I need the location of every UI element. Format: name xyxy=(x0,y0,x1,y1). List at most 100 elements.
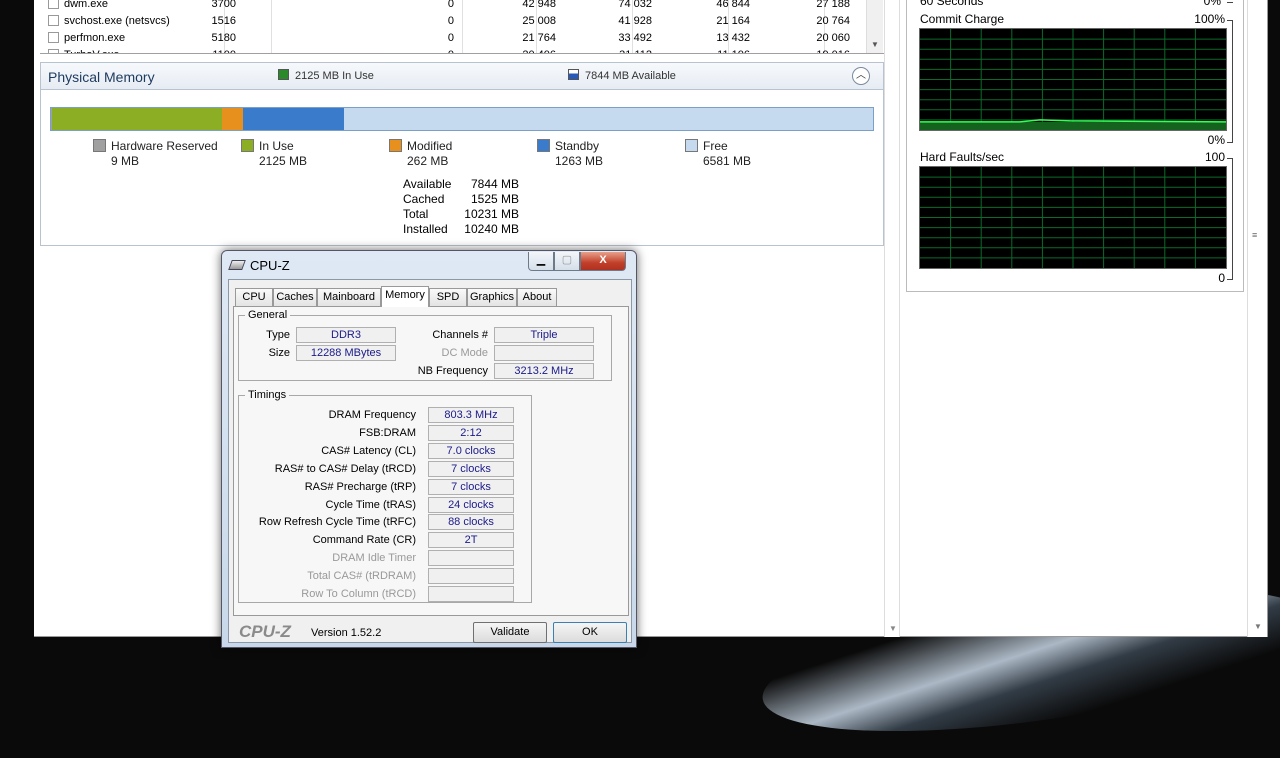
cell-working-set: 33 492 xyxy=(618,32,652,44)
timing-value: 88 clocks xyxy=(428,514,514,531)
timing-value: 803.3 MHz xyxy=(428,407,514,423)
cell-working-set: 31 112 xyxy=(619,49,652,53)
process-name: perfmon.exe xyxy=(64,32,126,44)
dc-mode-label: DC Mode xyxy=(441,347,488,359)
cell-commit: 25 008 xyxy=(522,15,556,27)
graph-fill xyxy=(920,121,1226,130)
available-swatch-icon xyxy=(568,69,579,80)
collapse-chevron-up-icon[interactable]: ︿ xyxy=(852,67,870,85)
row-checkbox[interactable] xyxy=(48,32,59,43)
cell-pid: 1516 xyxy=(211,15,236,27)
process-table: dwm.exe 3700 0 42 948 74 032 46 844 27 188 svch… xyxy=(40,0,884,54)
timing-label: RAS# to CAS# Delay (tRCD) xyxy=(274,462,416,475)
in-use-segment xyxy=(51,108,222,130)
dc-mode-value xyxy=(494,345,594,361)
cpuz-footer-logo: CPU-Z xyxy=(239,622,291,641)
minimize-button[interactable]: ▁ xyxy=(528,252,554,271)
free-segment xyxy=(344,108,873,130)
in-use-swatch-icon xyxy=(278,69,289,80)
cpuz-window: CPU-Z ▁ ▢ X CPU Caches Mainboard Memory SPD G… xyxy=(221,250,637,648)
cell-pid: 1100 xyxy=(212,49,236,53)
stat-value: 1525 MB xyxy=(470,192,519,206)
timing-label: DRAM Frequency xyxy=(328,409,416,421)
physical-memory-title: Physical Memory xyxy=(48,69,155,85)
timing-value: 7 clocks xyxy=(428,478,514,495)
legend-value: 9 MB xyxy=(111,154,140,168)
channels-label: Channels # xyxy=(432,329,488,341)
timing-value xyxy=(428,568,514,585)
stat-label: Installed xyxy=(403,222,448,236)
scroll-down-icon[interactable]: ▼ xyxy=(1254,622,1262,631)
timing-value: 7 clocks xyxy=(428,460,514,477)
commit-charge-min: 0% xyxy=(1207,133,1225,147)
graph-bracket xyxy=(1227,20,1233,143)
legend-label: Free xyxy=(703,139,728,153)
table-row[interactable]: perfmon.exe 5180 0 21 764 33 492 13 432 20 060 xyxy=(40,31,884,47)
tab-caches[interactable]: Caches xyxy=(273,288,317,306)
cell-working-set: 74 032 xyxy=(618,0,652,10)
row-checkbox[interactable] xyxy=(48,15,59,26)
cell-shareable: 11 106 xyxy=(717,49,750,53)
tab-memory[interactable]: Memory xyxy=(381,286,429,307)
cpuz-client-area: CPU Caches Mainboard Memory SPD Graphics About… xyxy=(228,279,632,643)
general-legend: General xyxy=(248,309,288,321)
modified-segment xyxy=(221,108,244,130)
cpuz-title: CPU-Z xyxy=(250,258,290,273)
timing-label: FSB:DRAM xyxy=(359,426,416,439)
ok-button[interactable]: OK xyxy=(553,622,627,643)
scroll-down-icon[interactable]: ▼ xyxy=(889,624,897,633)
splitter-grip-icon[interactable]: ≡ xyxy=(1252,230,1257,240)
channels-value: Triple xyxy=(494,327,594,343)
validate-button[interactable]: Validate xyxy=(473,622,547,643)
in-use-header-label: 2125 MB In Use xyxy=(295,70,374,82)
size-label: Size xyxy=(268,347,290,359)
timing-label: RAS# Precharge (tRP) xyxy=(304,480,416,493)
tab-spd[interactable]: SPD xyxy=(429,288,467,306)
commit-charge-max: 100% xyxy=(1194,12,1225,26)
stat-value: 7844 MB xyxy=(470,177,519,191)
graphs-scrollbar[interactable]: ≡ ▼ xyxy=(1247,0,1267,637)
resource-monitor-window: dwm.exe 3700 0 42 948 74 032 46 844 27 188 svch… xyxy=(34,0,1268,637)
process-name: TurboV.exe xyxy=(64,49,119,53)
table-row[interactable]: TurboV.exe 1100 0 20 406 31 112 11 106 19 016 xyxy=(40,48,884,53)
table-row[interactable]: svchost.exe (netsvcs) 1516 0 25 008 41 928 21… xyxy=(40,14,884,30)
process-table-scrollbar[interactable]: ▼ xyxy=(866,0,883,53)
graph-canvas xyxy=(920,167,1226,268)
tab-about[interactable]: About xyxy=(517,288,557,306)
nb-frequency-value: 3213.2 MHz xyxy=(494,363,594,379)
timing-label: Total CAS# (tRDRAM) xyxy=(307,570,416,583)
legend-value: 6581 MB xyxy=(703,154,752,168)
cell-pid: 5180 xyxy=(211,32,236,44)
hard-faults-min: 0 xyxy=(1218,271,1225,285)
tab-cpu[interactable]: CPU xyxy=(235,288,273,306)
process-name: svchost.exe (netsvcs) xyxy=(64,15,170,27)
row-checkbox[interactable] xyxy=(48,49,59,53)
table-row[interactable]: dwm.exe 3700 0 42 948 74 032 46 844 27 188 xyxy=(40,0,884,13)
cell-shareable: 13 432 xyxy=(716,32,750,44)
stat-value: 10231 MB xyxy=(464,207,519,221)
cell-commit: 21 764 xyxy=(522,32,556,44)
tab-graphics[interactable]: Graphics xyxy=(467,288,517,306)
panel-splitter-scrollbar[interactable]: ▼ xyxy=(884,0,900,637)
cell-hard-faults: 0 xyxy=(448,49,454,53)
row-checkbox[interactable] xyxy=(48,0,59,9)
cell-working-set: 41 928 xyxy=(618,15,652,27)
type-value: DDR3 xyxy=(296,327,396,343)
timing-label: DRAM Idle Timer xyxy=(332,552,416,565)
maximize-button[interactable]: ▢ xyxy=(554,252,580,271)
version-label: Version 1.52.2 xyxy=(311,627,382,639)
cell-private: 27 188 xyxy=(816,0,850,10)
legend-swatch xyxy=(241,139,254,152)
tab-mainboard[interactable]: Mainboard xyxy=(317,288,381,306)
close-button[interactable]: X xyxy=(580,252,626,271)
legend-label: Hardware Reserved xyxy=(111,139,218,153)
hard-faults-graph xyxy=(919,166,1227,269)
commit-charge-title: Commit Charge xyxy=(920,12,1005,26)
graph-time-label: 60 Seconds xyxy=(920,0,984,8)
cell-commit: 20 406 xyxy=(522,49,556,53)
stat-label: Available xyxy=(403,177,452,191)
scroll-down-icon[interactable]: ▼ xyxy=(871,40,879,49)
available-header-label: 7844 MB Available xyxy=(585,70,676,82)
physical-memory-header[interactable]: Physical Memory 2125 MB In Use 7844 MB A… xyxy=(40,62,884,90)
cpuz-app-icon xyxy=(228,260,246,270)
